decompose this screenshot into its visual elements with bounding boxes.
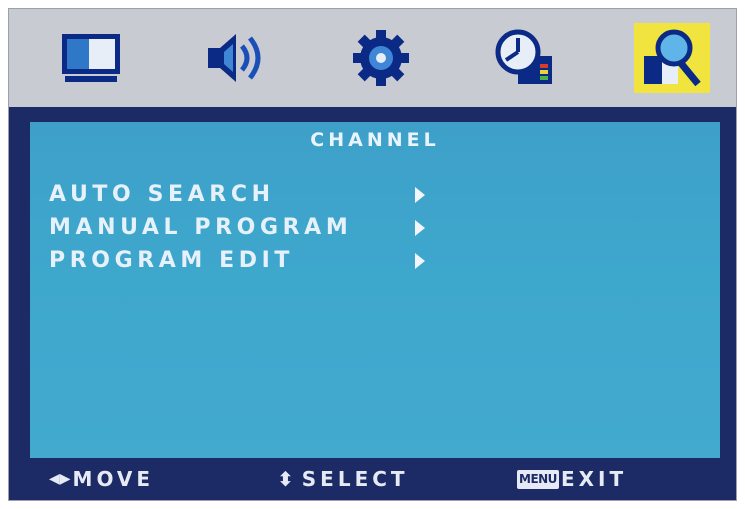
tab-channel[interactable] <box>634 23 710 93</box>
osd-window: CHANNEL AUTO SEARCH MANUAL PROGRAM PROGR… <box>8 8 737 501</box>
speaker-icon <box>208 34 261 82</box>
channel-search-icon <box>644 29 701 87</box>
hint-move: ◀▶ MOVE <box>49 467 154 491</box>
arrow-right-icon <box>415 187 425 203</box>
picture-icon <box>62 34 120 82</box>
menu-tab-bar <box>9 9 736 110</box>
menu-item-manual-program[interactable]: MANUAL PROGRAM <box>49 215 449 243</box>
tab-sound[interactable] <box>197 23 273 93</box>
menu-item-program-edit[interactable]: PROGRAM EDIT <box>49 248 449 276</box>
clock-icon <box>495 29 552 84</box>
menu-item-label: AUTO SEARCH <box>49 182 275 207</box>
arrow-right-icon <box>415 220 425 236</box>
hint-bar: ◀▶ MOVE ⬍ SELECT MENU EXIT <box>9 461 736 500</box>
panel-title: CHANNEL <box>310 129 440 151</box>
hint-select-label: SELECT <box>301 467 409 491</box>
channel-menu-panel: CHANNEL AUTO SEARCH MANUAL PROGRAM PROGR… <box>30 122 720 458</box>
left-right-arrows-icon: ◀▶ <box>49 471 71 487</box>
menu-item-label: PROGRAM EDIT <box>49 248 295 273</box>
hint-select: ⬍ SELECT <box>277 467 409 491</box>
hint-move-label: MOVE <box>72 467 155 491</box>
arrow-right-icon <box>415 253 425 269</box>
menu-key-icon: MENU <box>517 469 559 489</box>
tab-picture[interactable] <box>53 23 129 93</box>
hint-exit: MENU EXIT <box>517 467 627 491</box>
menu-item-label: MANUAL PROGRAM <box>49 215 353 240</box>
hint-exit-label: EXIT <box>560 467 628 491</box>
tab-setup[interactable] <box>343 23 419 93</box>
menu-item-auto-search[interactable]: AUTO SEARCH <box>49 182 449 210</box>
up-down-arrows-icon: ⬍ <box>277 467 294 491</box>
tab-time[interactable] <box>489 23 565 93</box>
gear-icon <box>353 30 409 86</box>
